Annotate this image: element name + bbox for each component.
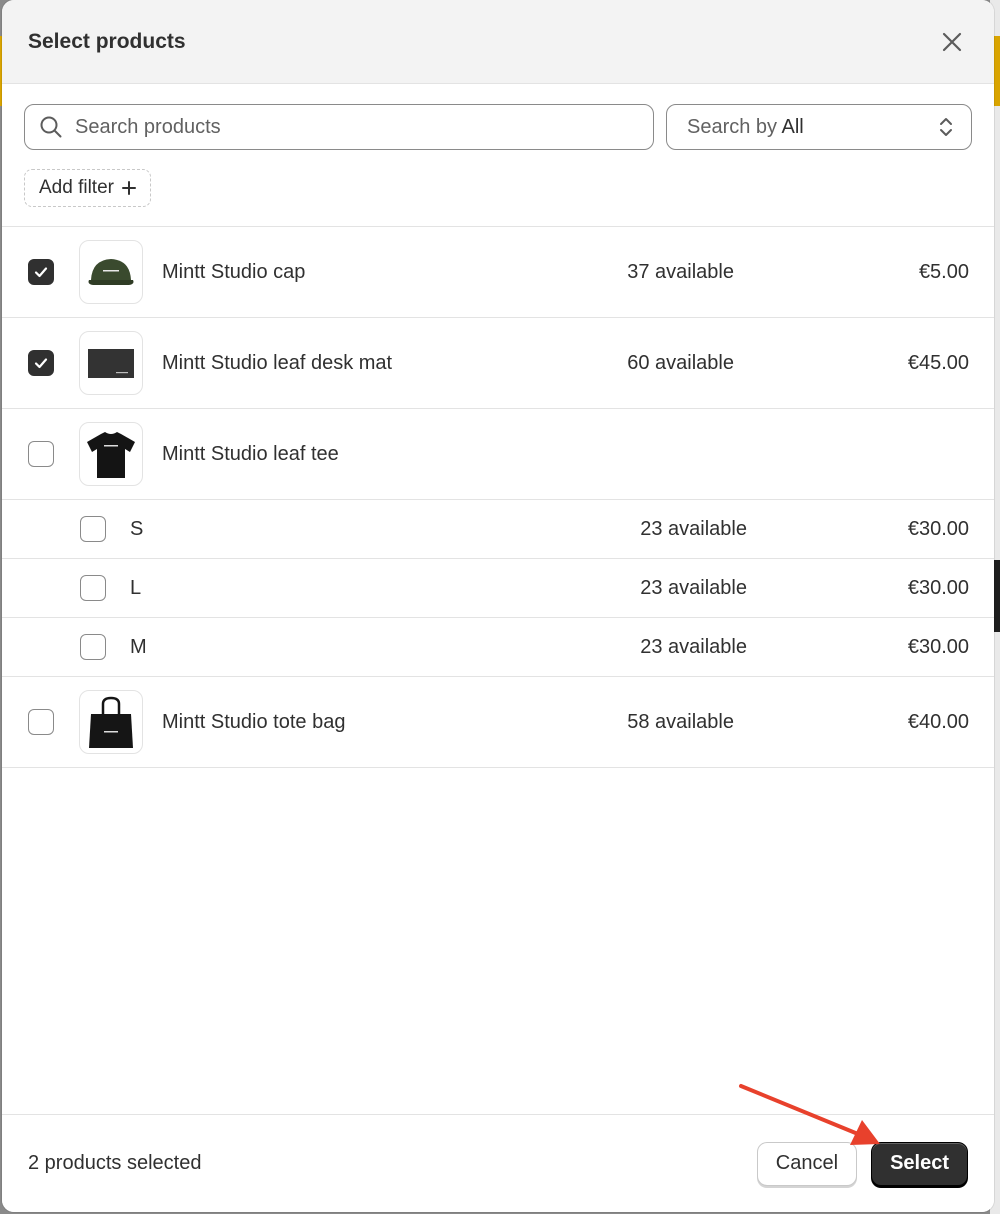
product-checkbox[interactable] bbox=[28, 259, 54, 285]
product-list: Mintt Studio cap 37 available €5.00 Mint… bbox=[2, 226, 994, 768]
select-products-modal: Select products Search by All bbox=[2, 0, 994, 1212]
variant-availability: 23 available bbox=[640, 576, 747, 599]
search-by-label: Search by All bbox=[687, 116, 804, 139]
checkmark-icon bbox=[34, 358, 48, 369]
close-icon bbox=[942, 32, 962, 51]
product-checkbox[interactable] bbox=[28, 709, 54, 735]
search-by-prefix: Search by bbox=[687, 115, 778, 138]
modal-header: Select products bbox=[2, 0, 994, 84]
cancel-button[interactable]: Cancel bbox=[756, 1141, 858, 1186]
variant-availability: 23 available bbox=[640, 517, 747, 540]
variant-name: L bbox=[130, 576, 142, 599]
selected-count: 2 products selected bbox=[28, 1152, 202, 1174]
product-price: €45.00 bbox=[907, 351, 969, 374]
search-row: Search by All bbox=[2, 84, 994, 150]
search-by-select[interactable]: Search by All bbox=[666, 104, 972, 150]
product-row[interactable]: Mintt Studio leaf desk mat 60 available … bbox=[2, 318, 994, 409]
close-button[interactable] bbox=[934, 24, 970, 60]
modal-footer: 2 products selected Cancel Select bbox=[2, 1114, 994, 1212]
variant-row[interactable]: L 23 available €30.00 bbox=[2, 559, 994, 618]
product-thumbnail-desk-mat bbox=[79, 331, 143, 395]
select-button[interactable]: Select bbox=[871, 1141, 968, 1186]
product-availability: 37 available bbox=[627, 260, 734, 283]
product-availability: 58 available bbox=[627, 710, 734, 733]
variant-price: €30.00 bbox=[907, 576, 969, 599]
product-price: €5.00 bbox=[918, 260, 969, 283]
search-input[interactable] bbox=[75, 115, 639, 139]
variant-checkbox[interactable] bbox=[80, 575, 106, 601]
variant-checkbox[interactable] bbox=[80, 634, 106, 660]
variant-row[interactable]: M 23 available €30.00 bbox=[2, 618, 994, 677]
product-row[interactable]: Mintt Studio tote bag 58 available €40.0… bbox=[2, 677, 994, 768]
product-name: Mintt Studio cap bbox=[162, 260, 306, 283]
variant-checkbox[interactable] bbox=[80, 516, 106, 542]
checkmark-icon bbox=[34, 267, 48, 278]
product-checkbox[interactable] bbox=[28, 350, 54, 376]
product-thumbnail-cap bbox=[79, 240, 143, 304]
search-icon bbox=[40, 116, 62, 138]
product-checkbox[interactable] bbox=[28, 441, 54, 467]
modal-title: Select products bbox=[28, 29, 186, 53]
plus-icon bbox=[121, 181, 136, 195]
product-thumbnail-tee bbox=[79, 422, 143, 486]
add-filter-button[interactable]: Add filter bbox=[24, 169, 151, 207]
product-row[interactable]: Mintt Studio cap 37 available €5.00 bbox=[2, 227, 994, 318]
select-arrows-icon bbox=[940, 118, 952, 136]
product-row[interactable]: Mintt Studio leaf tee bbox=[2, 409, 994, 500]
product-thumbnail-tote-bag bbox=[79, 690, 143, 754]
variant-name: S bbox=[130, 517, 144, 540]
variant-row[interactable]: S 23 available €30.00 bbox=[2, 500, 994, 559]
product-price: €40.00 bbox=[907, 710, 969, 733]
filter-row: Add filter bbox=[2, 150, 994, 226]
product-availability: 60 available bbox=[627, 351, 734, 374]
variant-availability: 23 available bbox=[640, 635, 747, 658]
variant-name: M bbox=[130, 635, 147, 658]
search-box[interactable] bbox=[24, 104, 654, 150]
variant-price: €30.00 bbox=[907, 517, 969, 540]
add-filter-label: Add filter bbox=[39, 177, 114, 198]
variant-price: €30.00 bbox=[907, 635, 969, 658]
search-by-value: All bbox=[781, 115, 804, 138]
product-name: Mintt Studio tote bag bbox=[162, 710, 346, 733]
product-name: Mintt Studio leaf desk mat bbox=[162, 351, 393, 374]
footer-buttons: Cancel Select bbox=[756, 1141, 968, 1186]
product-name: Mintt Studio leaf tee bbox=[162, 442, 339, 465]
